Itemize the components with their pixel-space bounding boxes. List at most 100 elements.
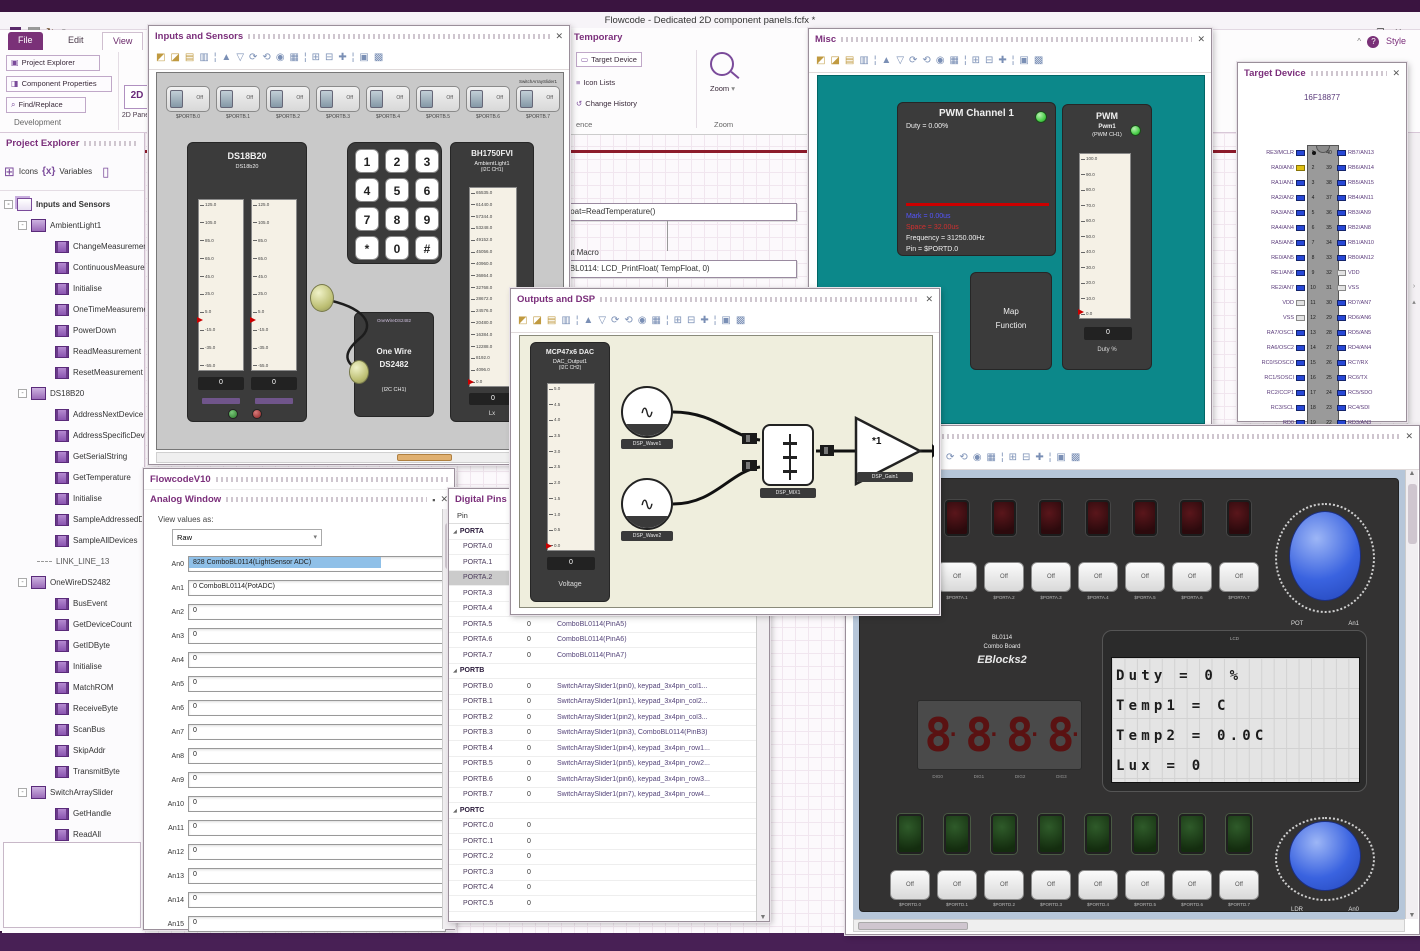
toolbar-icon[interactable]: ◩ (156, 52, 165, 63)
chip-pin[interactable]: 34 RB1/AN10 (1321, 235, 1404, 250)
tree-item[interactable]: - ScanBus (0, 719, 145, 740)
digital-pin-row[interactable]: PORTC.5 0 (449, 896, 769, 912)
toolbar-icon[interactable]: ⊞ (972, 55, 980, 66)
toolbar-icon[interactable]: ¦ (874, 55, 877, 66)
inputs-hscrollbar[interactable] (156, 452, 564, 463)
switch-knob[interactable] (270, 90, 283, 108)
toolbar-icon[interactable]: ▥ (199, 52, 208, 63)
toolbar-icon[interactable]: ▩ (1071, 452, 1080, 463)
toolbar-icon[interactable]: ⊟ (325, 52, 333, 63)
eblocks-hscrollbar[interactable] (853, 919, 1405, 932)
close-icon[interactable]: ✕ (925, 294, 933, 305)
analog-value-field[interactable]: 0 (188, 748, 446, 764)
toolbar-icon[interactable]: ▣ (1056, 452, 1065, 463)
toolbar-icon[interactable]: ▩ (1034, 55, 1043, 66)
dsp-mixer-component[interactable] (762, 424, 814, 486)
toolbar-icon[interactable]: ◪ (170, 52, 179, 63)
toolbar-icon[interactable]: ▲ (583, 315, 593, 326)
dsp-wave1-component[interactable]: ∿ (621, 386, 673, 438)
tree-item[interactable]: - GetHandle (0, 803, 145, 824)
tree-item[interactable]: - DS18B20 (0, 383, 145, 404)
toolbar-icon[interactable]: ▥ (561, 315, 570, 326)
eblocks-vscrollbar[interactable]: ▲ ▼ (1405, 470, 1418, 919)
tree-item[interactable]: - SkipAddr (0, 740, 145, 761)
keypad-key[interactable]: 4 (355, 178, 379, 202)
switch-knob[interactable] (420, 90, 433, 108)
chip-pin[interactable]: RA5/AN5 7 (1240, 235, 1323, 250)
scroll-thumb[interactable] (1408, 484, 1417, 544)
tree-item[interactable]: - SampleAllDevices (0, 530, 145, 551)
toolbar-icon[interactable]: ¦ (964, 55, 967, 66)
tab-edit[interactable]: Edit (58, 32, 94, 50)
tab-view[interactable]: View (102, 32, 144, 50)
green-button[interactable] (944, 814, 970, 854)
chip-pin[interactable]: 35 RB2/AN8 (1321, 220, 1404, 235)
toggle-button[interactable]: Off (1031, 870, 1071, 900)
analog-group-header[interactable]: FlowcodeV10 (144, 469, 454, 489)
toolbar-icon[interactable]: ⊞ (1009, 452, 1017, 463)
variables-icon[interactable]: {x} (42, 166, 55, 177)
slide-switch[interactable]: Off (216, 86, 260, 112)
tree-item[interactable]: - ReadMeasurement (0, 341, 145, 362)
collapse-ribbon-icon[interactable]: ^ (1357, 37, 1361, 46)
toolbar-icon[interactable]: ¦ (1049, 452, 1052, 463)
tab-file[interactable]: File (8, 32, 43, 50)
tree-item[interactable]: - Initialise (0, 278, 145, 299)
chip-pin[interactable]: 29 RD6/AN6 (1321, 310, 1404, 325)
project-explorer-button[interactable]: ▣ Project Explorer (6, 55, 100, 71)
toolbar-icon[interactable]: ⊞ (674, 315, 682, 326)
analog-value-field[interactable]: 0 (188, 604, 446, 620)
switch-knob[interactable] (520, 90, 533, 108)
digital-pin-row[interactable]: PORTC.1 0 (449, 834, 769, 850)
toolbar-icon[interactable]: ¦ (666, 315, 669, 326)
digital-pin-row[interactable]: PORTC.4 0 (449, 881, 769, 896)
toolbar-icon[interactable]: ▣ (359, 52, 368, 63)
toggle-button[interactable]: Off (984, 562, 1024, 592)
green-button[interactable] (897, 814, 923, 854)
close-icon[interactable]: ✕ (1392, 68, 1400, 79)
tree-item[interactable]: - PowerDown (0, 320, 145, 341)
keypad-key[interactable]: 5 (385, 178, 409, 202)
variables-tab[interactable]: Variables (59, 167, 92, 176)
chip-pin[interactable]: RE3/MCLR 1 (1240, 145, 1323, 160)
toolbar-icon[interactable]: ▽ (598, 315, 606, 326)
misc-window-header[interactable]: Misc ✕ (809, 29, 1211, 49)
green-button[interactable] (1226, 814, 1252, 854)
green-button[interactable] (1085, 814, 1111, 854)
chip-pin[interactable]: RC0/SOSCO 15 (1240, 355, 1323, 370)
analog-value-field[interactable]: 0 (188, 892, 446, 908)
tree-item[interactable]: - AddressNextDevice (0, 404, 145, 425)
map-function-component[interactable]: Map Function (970, 272, 1052, 370)
analog-value-field[interactable]: 0 ComboBL0114(PotADC) (188, 580, 446, 596)
dsp-wave2-component[interactable]: ∿ (621, 478, 673, 530)
icons-grid-icon[interactable]: ⊞ (4, 164, 15, 180)
chip-pin[interactable]: 32 VDD (1321, 265, 1404, 280)
tree-item[interactable]: - GetDeviceCount (0, 614, 145, 635)
pwm-meter-component[interactable]: PWM Pwm1 (PWM CH1) 100.0 90.0 80.0 70.0 60.0… (1062, 104, 1152, 370)
scroll-down-icon[interactable]: ▼ (1406, 912, 1418, 919)
analog-value-field[interactable]: 0 (188, 820, 446, 836)
toolbar-icon[interactable]: ▦ (987, 452, 996, 463)
toolbar-icon[interactable]: ◉ (638, 315, 647, 326)
analog-window-header[interactable]: Analog Window ▪ ✕ (144, 489, 454, 509)
toolbar-icon[interactable]: ▩ (736, 315, 745, 326)
digital-pin-row[interactable]: PORTB.7 0 SwitchArraySlider1(pin7), keyp… (449, 788, 769, 803)
expand-collapse-icon[interactable]: - (18, 389, 27, 398)
keypad-key[interactable]: # (415, 236, 439, 260)
toolbar-icon[interactable]: ⟳ (249, 52, 257, 63)
toolbar-icon[interactable]: ▦ (950, 55, 959, 66)
chip-pin[interactable]: VSS 12 (1240, 310, 1323, 325)
analog-value-field[interactable]: 0 (188, 724, 446, 740)
toolbar-icon[interactable]: ✚ (1035, 452, 1043, 463)
slide-switch[interactable]: Off (166, 86, 210, 112)
switch-knob[interactable] (220, 90, 233, 108)
toolbar-icon[interactable]: ⟳ (611, 315, 619, 326)
toolbar-icon[interactable]: ⊟ (985, 55, 993, 66)
toolbar-icon[interactable]: ▤ (547, 315, 556, 326)
analog-value-field[interactable]: 0 (188, 652, 446, 668)
analog-value-field[interactable]: 0 (188, 700, 446, 716)
tree-item[interactable]: - AmbientLight1 (0, 215, 145, 236)
help-icon[interactable]: ? (1367, 36, 1380, 48)
chip-pin[interactable]: RA2/AN2 4 (1240, 190, 1323, 205)
toolbar-icon[interactable]: ▦ (652, 315, 661, 326)
